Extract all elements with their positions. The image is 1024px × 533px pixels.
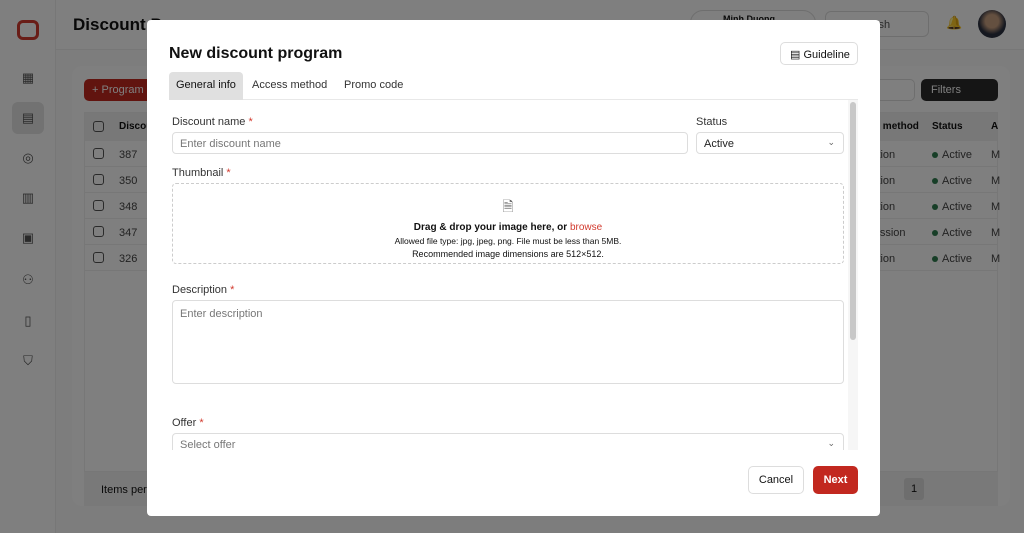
thumbnail-label: Thumbnail * [172,167,231,179]
drag-text: Drag & drop your image here, or [413,222,570,233]
discount-name-label: Discount name * [172,116,253,128]
description-textarea[interactable]: Enter description [172,300,844,384]
modal-title: New discount program [169,45,343,62]
form-body: Discount name * Enter discount name Stat… [169,100,858,450]
thumbnail-dropzone[interactable]: 🗎 Drag & drop your image here, or browse… [172,183,844,264]
recommended-dims: Recommended image dimensions are 512×512… [412,249,604,259]
next-button[interactable]: Next [813,466,858,494]
status-label: Status [696,116,728,128]
tab-access-method[interactable]: Access method [245,72,334,100]
status-select[interactable]: Active ⌄ [696,132,844,154]
guideline-icon: ▤ [790,49,804,61]
new-discount-modal: New discount program ▤ Guideline General… [147,20,880,516]
chevron-down-icon: ⌄ [827,438,835,448]
tab-general-info[interactable]: General info [169,72,243,100]
allowed-types: Allowed file type: jpg, jpeg, png. File … [394,236,622,246]
scrollbar[interactable] [848,100,858,450]
chevron-down-icon: ⌄ [827,137,835,147]
tab-promo-code[interactable]: Promo code [337,72,410,100]
guideline-label: Guideline [803,49,850,61]
browse-link[interactable]: browse [570,222,602,233]
discount-name-input[interactable]: Enter discount name [172,132,688,154]
file-icon: 🗎 [502,198,514,214]
guideline-button[interactable]: ▤ Guideline [780,42,858,65]
tabs: General info Access method Promo code [169,72,858,100]
description-label: Description * [172,284,235,296]
offer-select[interactable]: Select offer ⌄ [172,433,844,450]
offer-label: Offer * [172,417,204,429]
scrollbar-thumb[interactable] [850,102,856,340]
cancel-button[interactable]: Cancel [748,466,804,494]
